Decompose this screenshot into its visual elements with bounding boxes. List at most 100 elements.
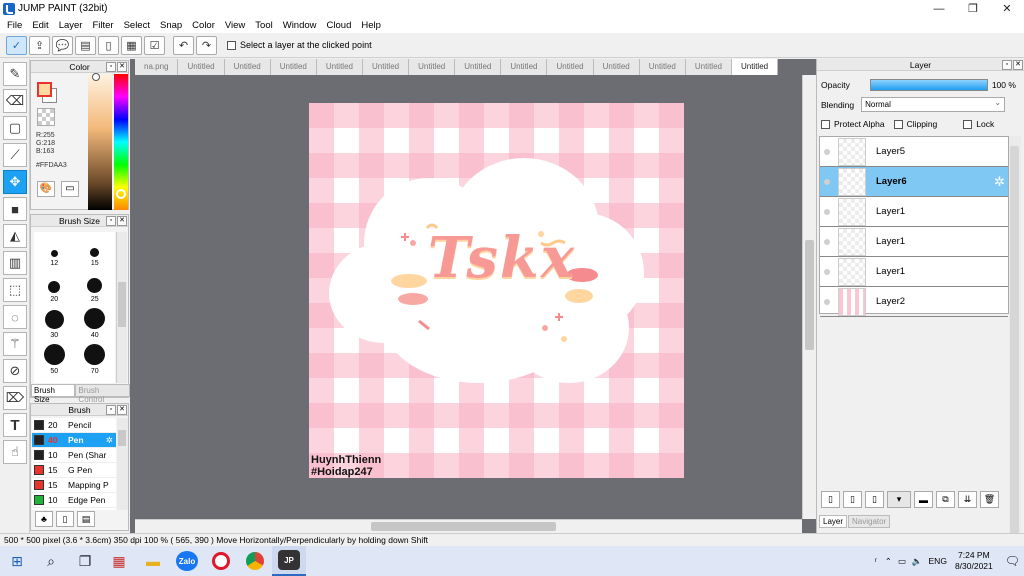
tab-navigator[interactable]: Navigator (848, 515, 891, 528)
brush-size-option[interactable]: 12 (34, 232, 75, 268)
share-button[interactable]: ⇪ (29, 35, 50, 55)
layer-type-dropdown[interactable]: ▾ (887, 491, 911, 508)
brush-size-option[interactable]: 25 (75, 268, 116, 304)
menu-tool[interactable]: Tool (250, 20, 277, 31)
zalo-button[interactable]: Zalo (170, 546, 204, 576)
brush-size-option[interactable]: 20 (34, 268, 75, 304)
canvas-horizontal-scrollbar[interactable] (135, 519, 802, 533)
comment-button[interactable]: 💬 (52, 35, 73, 55)
tab-layer[interactable]: Layer (819, 515, 848, 528)
select-layer-checkbox[interactable] (227, 40, 236, 50)
document-tab[interactable]: Untitled (455, 59, 502, 75)
layout-button[interactable]: ▦ (121, 35, 142, 55)
document-tab[interactable]: Untitled (270, 59, 317, 75)
layer-item[interactable]: Layer6 ✲ (820, 167, 1008, 197)
visibility-icon[interactable] (824, 238, 830, 245)
maximize-button[interactable]: ❐ (956, 0, 990, 17)
new-layer-8bit-button[interactable]: ▯ (843, 491, 862, 508)
opacity-slider[interactable] (869, 79, 988, 91)
tab-brush-control[interactable]: Brush Control (75, 384, 130, 404)
brush-size-option[interactable]: 50 (34, 340, 75, 376)
brush-size-option[interactable]: 30 (34, 304, 75, 340)
page-toggle-button[interactable]: ▯ (98, 35, 119, 55)
select-pen-tool-button[interactable]: ⊘ (3, 359, 27, 383)
people-icon[interactable]: ʳ (875, 556, 877, 566)
protect-alpha-checkbox[interactable] (821, 119, 830, 129)
visibility-icon[interactable] (824, 148, 830, 155)
layer-item[interactable]: Layer1 (820, 197, 1008, 227)
brush-item[interactable]: 10 Pen (Shar (32, 448, 116, 463)
document-tab-active[interactable]: Untitled (731, 59, 779, 75)
line-tool-button[interactable]: ⟋ (3, 143, 27, 167)
document-tab[interactable]: Untitled (547, 59, 594, 75)
canvas-area[interactable]: na.png Untitled Untitled Untitled Untitl… (130, 59, 816, 533)
menu-edit[interactable]: Edit (27, 20, 53, 31)
language-indicator[interactable]: ENG (929, 556, 947, 566)
document-tab[interactable]: Untitled (178, 59, 225, 75)
document-tab[interactable]: Untitled (685, 59, 732, 75)
bucket-tool-button[interactable]: ◭ (3, 224, 27, 248)
new-layer-button[interactable]: ▯ (821, 491, 840, 508)
redo-button[interactable]: ↷ (196, 35, 217, 55)
brush-item[interactable]: 40 Pen ✲ (32, 433, 116, 448)
panel-undock-icon[interactable]: ▫ (1002, 60, 1012, 70)
saturation-value-picker[interactable] (88, 74, 112, 210)
task-view-button[interactable]: ❐ (68, 546, 102, 576)
file-explorer-button[interactable]: ▬ (136, 546, 170, 576)
visibility-icon[interactable] (824, 298, 830, 305)
brush-settings-button[interactable]: ♣ (35, 511, 53, 527)
select-tool-button[interactable]: ⬚ (3, 278, 27, 302)
visibility-icon[interactable] (824, 178, 830, 185)
canvas-vertical-scrollbar[interactable] (802, 75, 816, 519)
panel-undock-icon[interactable]: ▫ (106, 62, 116, 72)
layer-item[interactable]: Layer5 (820, 137, 1008, 167)
scrollbar-thumb[interactable] (805, 240, 814, 350)
cloud-sync-button[interactable]: ✓ (6, 35, 27, 55)
start-button[interactable]: ⊞ (0, 546, 34, 576)
color-wheel-button[interactable]: 🎨 (37, 181, 55, 197)
tab-brush-size[interactable]: Brush Size (31, 384, 76, 404)
menu-filter[interactable]: Filter (87, 20, 118, 31)
new-brush-button[interactable]: ▯ (56, 511, 74, 527)
brush-size-option[interactable]: 70 (75, 340, 116, 376)
blending-select[interactable]: Normal (861, 96, 1006, 112)
menu-view[interactable]: View (220, 20, 250, 31)
volume-icon[interactable]: 🔈 (912, 556, 923, 567)
document-tab[interactable]: Untitled (639, 59, 686, 75)
panel-toggle-button[interactable]: ▤ (75, 35, 96, 55)
text-tool-button[interactable]: T (3, 413, 27, 437)
layer-item[interactable]: Layer1 (820, 227, 1008, 257)
magic-wand-tool-button[interactable]: ⚚ (3, 332, 27, 356)
gear-icon[interactable]: ✲ (106, 435, 113, 446)
layer-item[interactable]: Layer1 (820, 257, 1008, 287)
scrollbar-thumb[interactable] (1010, 146, 1019, 536)
transparent-color-swatch[interactable] (37, 108, 55, 126)
artwork-page[interactable]: Tskx HuynhThienn #Hoidap247 (309, 103, 684, 478)
visibility-icon[interactable] (824, 208, 830, 215)
notification-icon[interactable]: 🗨 (1005, 554, 1020, 568)
menu-help[interactable]: Help (356, 20, 386, 31)
layer-item[interactable]: Layer2 (820, 287, 1008, 317)
chrome-button[interactable] (238, 546, 272, 576)
foreground-color-swatch[interactable] (37, 82, 52, 97)
brush-item[interactable]: 15 Mapping P (32, 478, 116, 493)
battery-icon[interactable]: ▭ (898, 556, 906, 567)
new-folder-button[interactable]: ▬ (914, 491, 933, 508)
gradient-tool-button[interactable]: ▥ (3, 251, 27, 275)
brush-list-scrollbar[interactable] (117, 418, 128, 510)
menu-window[interactable]: Window (278, 20, 322, 31)
menu-select[interactable]: Select (119, 20, 155, 31)
sv-picker-cursor[interactable] (92, 73, 100, 81)
brush-size-option[interactable]: 40 (75, 304, 116, 340)
select-eraser-tool-button[interactable]: ⌦ (3, 386, 27, 410)
chevron-up-icon[interactable]: ⌃ (885, 556, 892, 567)
brush-size-scrollbar[interactable] (116, 232, 127, 383)
search-button[interactable]: ⌕ (34, 546, 68, 576)
menu-layer[interactable]: Layer (54, 20, 88, 31)
clock[interactable]: 7:24 PM 8/30/2021 (955, 550, 993, 572)
gear-icon[interactable]: ✲ (994, 174, 1005, 190)
panel-undock-icon[interactable]: ▫ (106, 216, 116, 226)
color-history-button[interactable]: ▭ (61, 181, 79, 197)
hue-slider-handle[interactable] (116, 189, 126, 199)
document-tab[interactable]: Untitled (501, 59, 548, 75)
